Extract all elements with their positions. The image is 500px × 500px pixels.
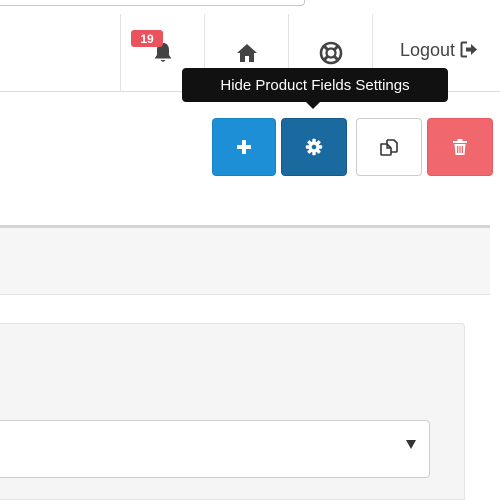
- logout-label: Logout: [400, 40, 456, 60]
- product-fields-settings-button[interactable]: [281, 118, 347, 176]
- delete-button[interactable]: [427, 118, 493, 176]
- panel-header: [0, 228, 490, 295]
- dropdown-select[interactable]: [0, 420, 430, 478]
- search-box-edge[interactable]: [0, 0, 305, 6]
- settings-tooltip: Hide Product Fields Settings: [182, 68, 448, 102]
- copy-button[interactable]: [356, 118, 422, 176]
- tooltip-arrow: [306, 102, 320, 109]
- logout-link[interactable]: Logout: [400, 40, 478, 61]
- plus-icon: [237, 140, 251, 154]
- sign-out-icon: [460, 41, 478, 58]
- life-ring-icon: [319, 41, 342, 65]
- dropdown-caret-icon: [406, 440, 416, 449]
- home-icon: [236, 44, 257, 62]
- notification-count-badge: 19: [131, 30, 163, 47]
- copy-icon: [380, 139, 398, 156]
- add-button[interactable]: [212, 118, 276, 176]
- trash-icon: [453, 139, 467, 155]
- gear-icon: [305, 138, 323, 156]
